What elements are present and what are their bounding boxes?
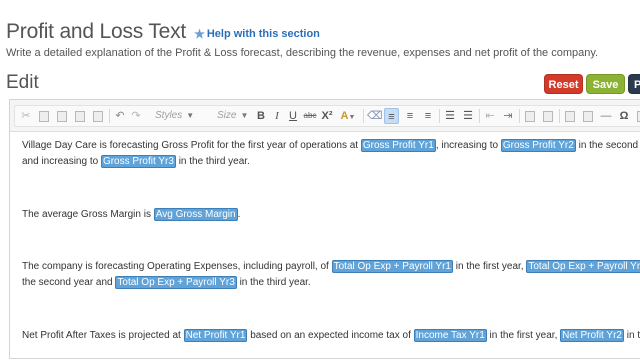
toolbar-divider — [439, 109, 440, 123]
text-run: in the first year, — [455, 261, 524, 272]
size-dropdown[interactable]: Size ▼ — [217, 108, 259, 124]
edit-header: Edit Reset Save P — [6, 72, 640, 96]
field-op-exp-yr2[interactable]: Total Op Exp + Payroll Yr2 — [526, 260, 640, 273]
superscript-button[interactable]: X² — [320, 108, 334, 124]
numbered-list-icon[interactable]: ☰ — [443, 108, 457, 124]
text-run: The average Gross Margin is — [22, 209, 151, 220]
field-net-profit-yr2[interactable]: Net Profit Yr2 — [560, 329, 624, 342]
reset-button[interactable]: Reset — [544, 74, 583, 94]
image-icon[interactable] — [563, 108, 577, 124]
save-button[interactable]: Save — [586, 74, 625, 94]
field-op-exp-yr1[interactable]: Total Op Exp + Payroll Yr1 — [331, 260, 453, 273]
fullscreen-icon[interactable] — [635, 108, 640, 124]
toolbar-divider — [479, 109, 480, 123]
paragraph-op-exp-line-1: The company is forecasting Operating Exp… — [22, 259, 640, 274]
copy-icon[interactable] — [37, 108, 51, 124]
underline-button[interactable]: U — [287, 108, 299, 124]
text-run: The company is forecasting Operating Exp… — [22, 261, 329, 272]
field-op-exp-yr3[interactable]: Total Op Exp + Payroll Yr3 — [115, 276, 237, 289]
text-run: Village Day Care is forecasting Gross Pr… — [22, 140, 359, 151]
paragraph-op-exp-line-2: the second year and Total Op Exp + Payro… — [22, 275, 311, 290]
bullet-list-icon[interactable]: ☰ — [461, 108, 475, 124]
text-run: in the third year. — [239, 277, 311, 288]
text-run: in the first year, — [489, 330, 558, 341]
strikethrough-button[interactable]: abc — [302, 108, 318, 124]
page-title: Profit and Loss Text — [6, 20, 187, 43]
text-run: in the — [626, 330, 640, 341]
indent-icon[interactable]: ⇥ — [501, 108, 515, 124]
replace-icon[interactable] — [541, 108, 555, 124]
field-net-profit-yr1[interactable]: Net Profit Yr1 — [183, 329, 248, 342]
text-run: . — [237, 209, 241, 220]
text-run: in the third year. — [178, 156, 250, 167]
paragraph-net-profit: Net Profit After Taxes is projected at N… — [22, 328, 640, 343]
align-left-icon[interactable]: ≡ — [384, 108, 399, 124]
field-gross-profit-yr1[interactable]: Gross Profit Yr1 — [360, 139, 436, 152]
help-link-label: Help with this section — [206, 28, 320, 40]
styles-dropdown[interactable]: Styles ▼ — [155, 108, 213, 124]
editor-toolbar: ✂ ↶ ↷ Styles ▼ Size ▼ B I U abc X² A▼ ⌫ ≡ … — [10, 100, 640, 132]
toolbar-divider — [519, 109, 520, 123]
text-run: and increasing to — [22, 156, 99, 167]
text-run: based on an expected income tax of — [250, 330, 411, 341]
align-center-icon[interactable]: ≡ — [403, 108, 417, 124]
toolbar-divider — [109, 109, 110, 123]
preview-button[interactable]: P — [628, 74, 640, 94]
font-color-button[interactable]: A▼ — [338, 108, 358, 124]
paste-word-icon[interactable] — [91, 108, 105, 124]
text-run: in the second year — [578, 140, 640, 151]
styles-dropdown-label: Styles — [155, 110, 183, 121]
horizontal-rule-icon[interactable]: ― — [599, 108, 613, 124]
cut-icon[interactable]: ✂ — [19, 108, 33, 124]
italic-button[interactable]: I — [271, 108, 283, 124]
toolbar-strip: ✂ ↶ ↷ Styles ▼ Size ▼ B I U abc X² A▼ ⌫ ≡ … — [14, 105, 640, 127]
field-income-tax-yr1[interactable]: Income Tax Yr1 — [413, 329, 487, 342]
field-gross-profit-yr3[interactable]: Gross Profit Yr3 — [100, 155, 176, 168]
special-character-icon[interactable]: Ω — [617, 108, 631, 124]
field-gross-profit-yr2[interactable]: Gross Profit Yr2 — [500, 139, 576, 152]
align-right-icon[interactable]: ≡ — [421, 108, 435, 124]
bold-button[interactable]: B — [255, 108, 267, 124]
paragraph-gross-profit-line-2: and increasing to Gross Profit Yr3 in th… — [22, 154, 250, 169]
paste-icon[interactable] — [55, 108, 69, 124]
chevron-down-icon: ▼ — [186, 111, 195, 120]
title-row: Profit and Loss Text ★ Help with this se… — [6, 20, 320, 44]
find-icon[interactable] — [523, 108, 537, 124]
toolbar-divider — [363, 109, 364, 123]
undo-icon[interactable]: ↶ — [113, 108, 127, 124]
size-dropdown-label: Size — [217, 110, 237, 121]
text-run: Net Profit After Taxes is projected at — [22, 330, 181, 341]
redo-icon[interactable]: ↷ — [129, 108, 143, 124]
help-link[interactable]: ★ Help with this section — [194, 27, 320, 41]
star-icon: ★ — [194, 27, 205, 41]
eraser-icon[interactable]: ⌫ — [367, 108, 383, 124]
text-run: , increasing to — [435, 140, 499, 151]
chevron-down-icon: ▼ — [240, 111, 249, 120]
table-icon[interactable] — [581, 108, 595, 124]
rich-text-editor[interactable]: ✂ ↶ ↷ Styles ▼ Size ▼ B I U abc X² A▼ ⌫ ≡ … — [9, 99, 640, 359]
edit-title: Edit — [6, 72, 39, 93]
field-avg-gross-margin[interactable]: Avg Gross Margin — [153, 208, 238, 221]
text-run: the second year and — [22, 277, 113, 288]
toolbar-divider — [559, 109, 560, 123]
paragraph-gross-profit-line-1: Village Day Care is forecasting Gross Pr… — [22, 138, 640, 153]
paste-text-icon[interactable] — [73, 108, 87, 124]
outdent-icon[interactable]: ⇤ — [483, 108, 497, 124]
font-color-label: A — [340, 110, 349, 122]
paragraph-gross-margin: The average Gross Margin is Avg Gross Ma… — [22, 207, 240, 222]
section-description: Write a detailed explanation of the Prof… — [6, 47, 599, 59]
